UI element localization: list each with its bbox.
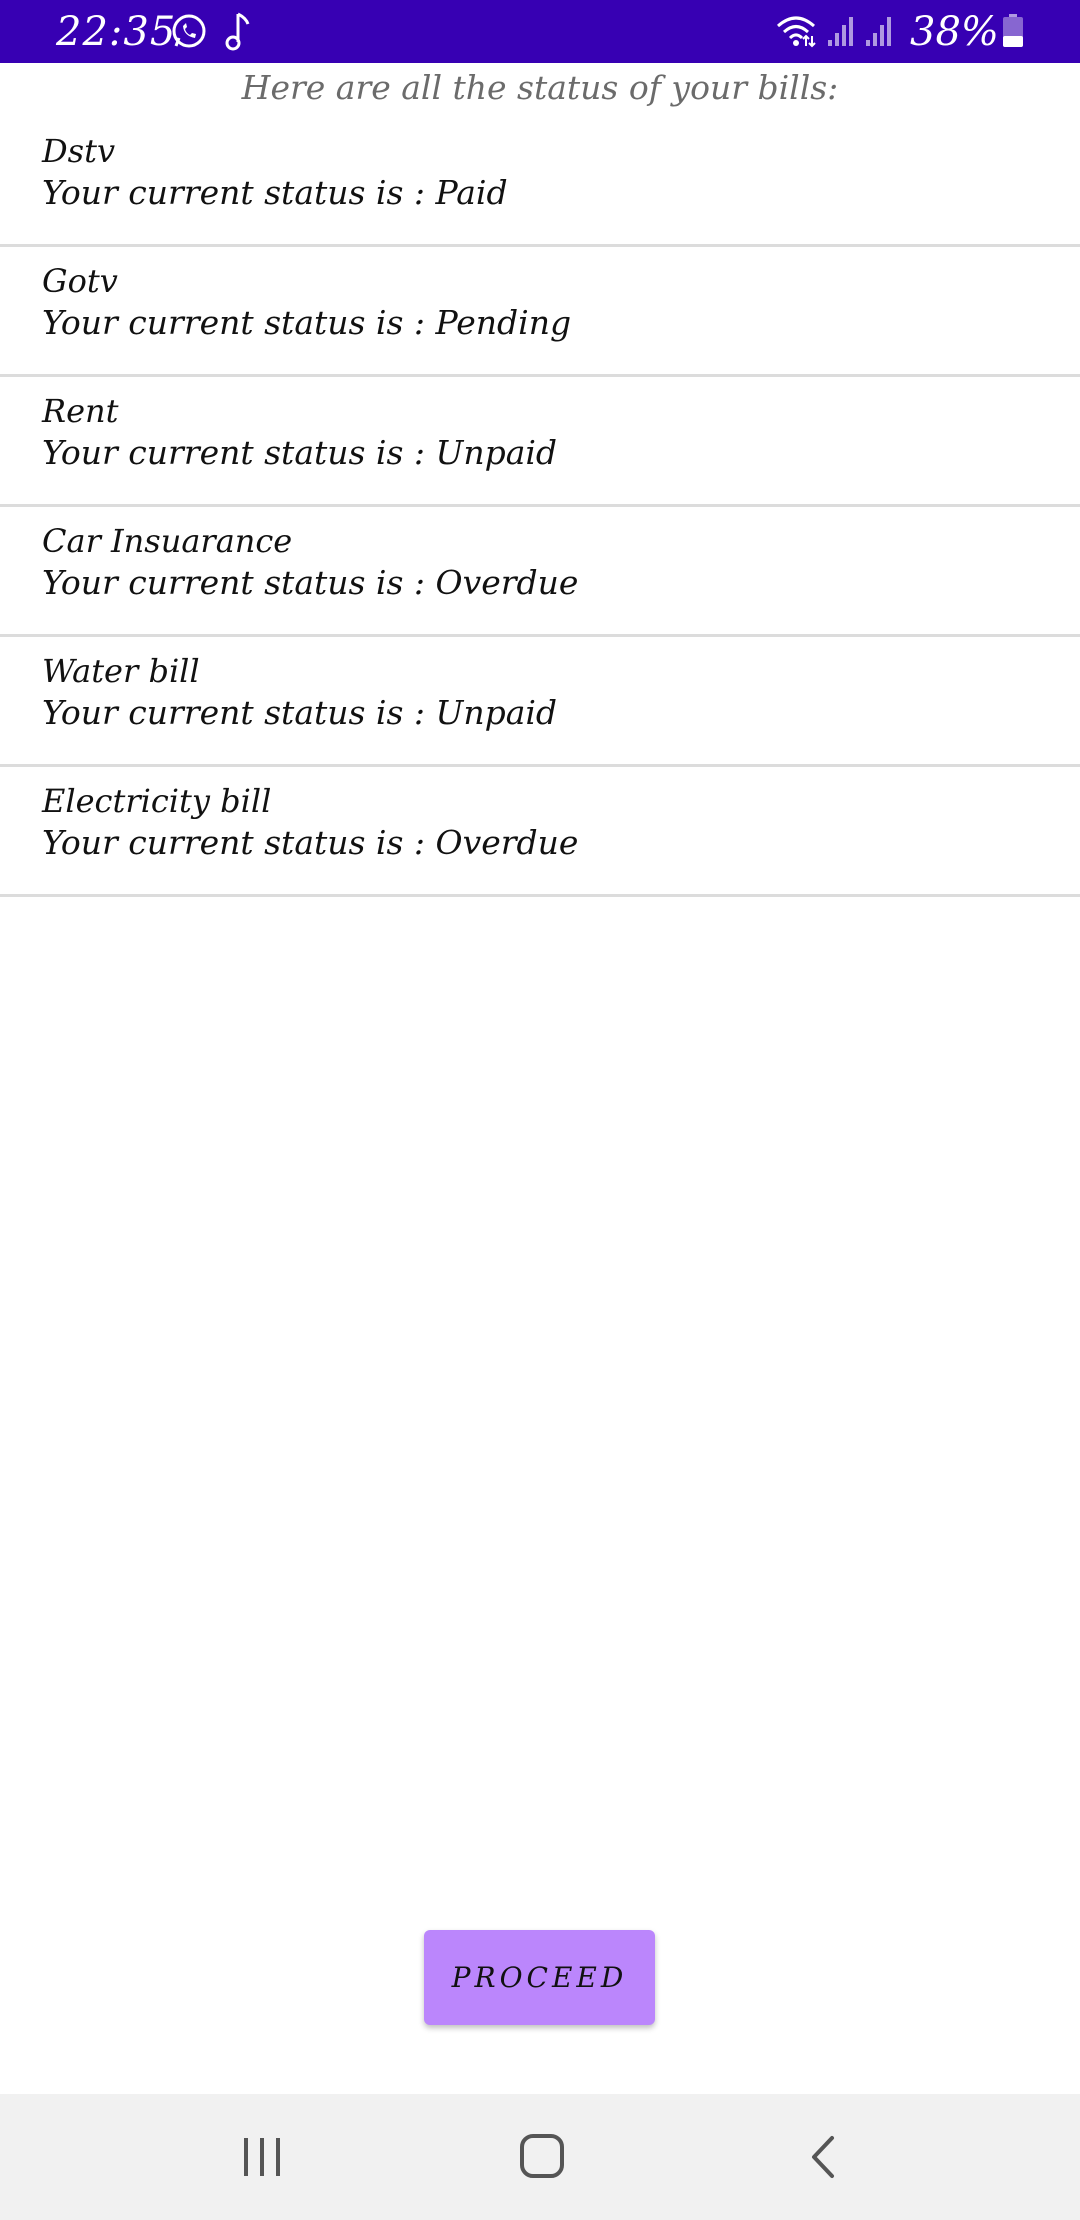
back-icon[interactable] [804,2132,844,2182]
bill-status: Your current status is : Paid [42,173,508,212]
list-item[interactable]: Gotv Your current status is : Pending [0,247,1080,377]
list-item[interactable]: Water bill Your current status is : Unpa… [0,637,1080,767]
bill-name: Car Insuarance [42,522,293,560]
bill-name: Water bill [42,652,200,690]
page-title: Here are all the status of your bills: [241,68,839,107]
screen: 22:35 38% Here are all the status of you… [0,0,1080,2220]
list-item[interactable]: Electricity bill Your current status is … [0,767,1080,897]
list-item[interactable]: Dstv Your current status is : Paid [0,117,1080,247]
battery-percent: 38% [910,9,999,55]
recent-apps-icon[interactable] [236,2134,288,2180]
bill-name: Gotv [42,262,118,300]
status-time: 22:35 [56,9,177,55]
proceed-button[interactable]: Proceed [424,1930,655,2025]
bill-status: Your current status is : Overdue [42,823,579,862]
status-bar: 22:35 38% [0,0,1080,63]
bill-list: Dstv Your current status is : Paid Gotv … [0,117,1080,897]
bill-status: Your current status is : Pending [42,303,572,342]
list-item[interactable]: Car Insuarance Your current status is : … [0,507,1080,637]
bill-status: Your current status is : Overdue [42,563,579,602]
home-icon[interactable] [518,2132,566,2180]
bill-name: Dstv [42,132,116,170]
signal-icon [828,17,853,46]
signal-icon [866,17,891,46]
music-note-icon [225,12,250,51]
navigation-bar [0,2094,1080,2220]
list-item[interactable]: Rent Your current status is : Unpaid [0,377,1080,507]
bill-status: Your current status is : Unpaid [42,433,558,472]
wifi-icon [777,16,816,48]
whatsapp-icon [172,14,206,48]
bill-status: Your current status is : Unpaid [42,693,558,732]
battery-icon [1003,14,1023,47]
bill-name: Rent [42,392,119,430]
bill-name: Electricity bill [42,782,272,820]
